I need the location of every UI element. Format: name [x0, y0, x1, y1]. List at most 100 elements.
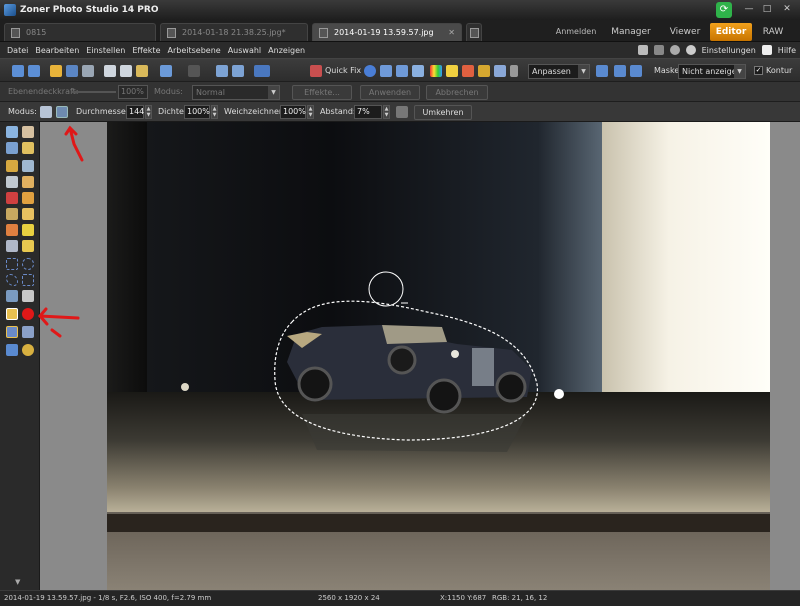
- eraser-tool-icon[interactable]: [6, 240, 18, 252]
- mode-editor[interactable]: Editor: [710, 23, 752, 41]
- menu-effekte[interactable]: Effekte: [132, 46, 160, 55]
- copy-icon[interactable]: [104, 65, 116, 77]
- close-window-button[interactable]: ✕: [778, 2, 796, 16]
- ellipse-select-icon[interactable]: [22, 258, 34, 270]
- mode-viewer[interactable]: Viewer: [662, 23, 708, 41]
- more-dropdown-icon[interactable]: [510, 65, 518, 77]
- red-eye-icon[interactable]: [462, 65, 474, 77]
- add-mode-icon[interactable]: [40, 106, 52, 118]
- save-icon[interactable]: [66, 65, 78, 77]
- undo-icon[interactable]: [160, 65, 172, 77]
- spacing-field[interactable]: 7%: [354, 105, 382, 119]
- open-folder-icon[interactable]: [50, 65, 62, 77]
- density-field[interactable]: 100%: [184, 105, 210, 119]
- perspective-tool-icon[interactable]: [6, 176, 18, 188]
- layer-mode-dropdown[interactable]: Normal ▼: [192, 85, 280, 100]
- effects-icon[interactable]: [494, 65, 506, 77]
- redo-icon[interactable]: [188, 65, 200, 77]
- layer-apply-button[interactable]: Anwenden: [360, 85, 420, 100]
- levels-icon[interactable]: [364, 65, 376, 77]
- straighten-tool-icon[interactable]: [22, 142, 34, 154]
- tab-document-2[interactable]: 2014-01-19 13.59.57.jpg ✕: [312, 23, 462, 41]
- text-tool-icon[interactable]: [22, 326, 34, 338]
- tab-document-1[interactable]: 2014-01-18 21.38.25.jpg*: [160, 23, 308, 41]
- shape-tool-icon[interactable]: [6, 344, 18, 356]
- softness-field[interactable]: 100%: [280, 105, 306, 119]
- layer-opacity-slider[interactable]: [72, 91, 116, 93]
- update-icon[interactable]: ⟳: [716, 2, 732, 18]
- transform-icon[interactable]: [6, 326, 18, 338]
- brush-tool-icon[interactable]: [22, 208, 34, 220]
- user-icon[interactable]: [669, 45, 680, 55]
- spacing-stepper[interactable]: ▲ ▼: [383, 105, 390, 119]
- fit-window-icon[interactable]: [596, 65, 608, 77]
- forward-arrow-icon[interactable]: [28, 65, 40, 77]
- quick-fix-button[interactable]: Quick Fix: [325, 66, 361, 75]
- rotate-right-icon[interactable]: [232, 65, 244, 77]
- canvas-tool-icon[interactable]: [22, 160, 34, 172]
- print-icon[interactable]: [82, 65, 94, 77]
- maximize-button[interactable]: □: [758, 2, 776, 16]
- mask-dropdown[interactable]: Nicht anzeigen ▼: [678, 64, 746, 79]
- color-brush-icon[interactable]: [6, 224, 18, 236]
- resize-tool-icon[interactable]: [6, 160, 18, 172]
- lasso-icon[interactable]: [6, 274, 18, 286]
- help-link[interactable]: Hilfe: [778, 46, 796, 55]
- subtract-mode-icon[interactable]: [56, 106, 68, 118]
- selection-brush-icon[interactable]: [6, 308, 18, 320]
- healing-tool-icon[interactable]: [6, 208, 18, 220]
- magic-wand-tool-icon[interactable]: [22, 290, 34, 302]
- minimize-button[interactable]: —: [740, 2, 758, 16]
- gradient-tool-icon[interactable]: [22, 240, 34, 252]
- layer-opacity-field[interactable]: 100%: [118, 85, 148, 99]
- toolbox-expand-icon[interactable]: ▼: [15, 578, 20, 586]
- compare-icon[interactable]: [254, 65, 270, 77]
- diameter-field[interactable]: 144: [126, 105, 144, 119]
- invert-button[interactable]: Umkehren: [414, 105, 472, 120]
- hand-tool-icon[interactable]: [22, 126, 34, 138]
- exposure-icon[interactable]: [396, 65, 408, 77]
- login-link[interactable]: Anmelden: [552, 23, 600, 41]
- retouch-icon[interactable]: [478, 65, 490, 77]
- clipboard-icon[interactable]: [136, 65, 148, 77]
- menu-bearbeiten[interactable]: Bearbeiten: [35, 46, 79, 55]
- stamp-tool-icon[interactable]: [22, 192, 34, 204]
- fullscreen-icon[interactable]: [630, 65, 642, 77]
- contour-checkbox[interactable]: ✓: [754, 66, 763, 75]
- softness-stepper[interactable]: ▲ ▼: [307, 105, 314, 119]
- settings-link[interactable]: Einstellungen: [702, 46, 756, 55]
- polygon-lasso-icon[interactable]: [22, 274, 34, 286]
- paste-icon[interactable]: [120, 65, 132, 77]
- light-icon[interactable]: [446, 65, 458, 77]
- rect-select-icon[interactable]: [6, 258, 18, 270]
- back-arrow-icon[interactable]: [12, 65, 24, 77]
- frame-tool-icon[interactable]: [22, 176, 34, 188]
- photo[interactable]: [107, 122, 770, 590]
- menu-arbeitsebene[interactable]: Arbeitsebene: [168, 46, 221, 55]
- zoom-fit-dropdown[interactable]: Anpassen ▼: [528, 64, 590, 79]
- canvas-area[interactable]: [40, 122, 800, 590]
- actual-size-icon[interactable]: [614, 65, 626, 77]
- monitor-icon[interactable]: [637, 45, 648, 55]
- color-icon[interactable]: [430, 65, 442, 77]
- mode-manager[interactable]: Manager: [606, 23, 656, 41]
- magnetic-lasso-icon[interactable]: [6, 290, 18, 302]
- picture-tool-icon[interactable]: [22, 344, 34, 356]
- mode-raw[interactable]: RAW: [756, 23, 790, 41]
- layer-effects-button[interactable]: Effekte...: [292, 85, 352, 100]
- help-icon[interactable]: [761, 45, 772, 55]
- contrast-icon[interactable]: [412, 65, 424, 77]
- density-stepper[interactable]: ▲ ▼: [211, 105, 218, 119]
- crop-tool-icon[interactable]: [6, 142, 18, 154]
- auto-levels-icon[interactable]: [380, 65, 392, 77]
- gear-icon[interactable]: [685, 45, 696, 55]
- red-eye-tool-icon[interactable]: [6, 192, 18, 204]
- layer-cancel-button[interactable]: Abbrechen: [426, 85, 488, 100]
- rotate-left-icon[interactable]: [216, 65, 228, 77]
- menu-einstellen[interactable]: Einstellen: [86, 46, 125, 55]
- selection-eraser-icon[interactable]: [22, 308, 34, 320]
- menu-datei[interactable]: Datei: [7, 46, 28, 55]
- pencil-tool-icon[interactable]: [22, 224, 34, 236]
- magic-wand-icon[interactable]: [310, 65, 322, 77]
- share-icon[interactable]: [653, 45, 664, 55]
